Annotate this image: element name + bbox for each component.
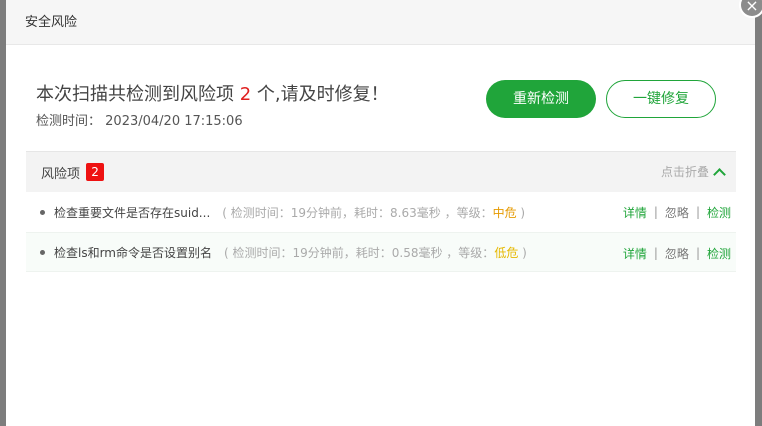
chevron-up-icon <box>713 167 726 181</box>
risk-count: 2 <box>239 84 252 105</box>
risk-item-meta-suffix: ) <box>516 205 526 220</box>
fix-all-button[interactable]: 一键修复 <box>606 80 716 118</box>
security-risk-dialog: 安全风险 本次扫描共检测到风险项 2 个,请及时修复！ 检测时间： 2023/0… <box>6 0 755 426</box>
separator: | <box>695 205 700 219</box>
separator: | <box>653 205 658 219</box>
risk-count-badge: 2 <box>86 163 105 181</box>
summary-text: 本次扫描共检测到风险项 2 个,请及时修复！ <box>36 80 389 106</box>
risk-level: 中危 <box>492 205 517 220</box>
risk-panel-title: 风险项 <box>41 166 81 182</box>
bullet-icon <box>40 249 45 255</box>
risk-item-meta: ( 检测时间：19分钟前，耗时：8.63毫秒 ，等级：中危 ) <box>222 204 525 221</box>
risk-panel-header: 风险项 2 点击折叠 <box>26 151 736 192</box>
risk-item-meta: ( 检测时间：19分钟前，耗时：0.58毫秒 ，等级：低危 ) <box>224 244 527 261</box>
risk-item-title: 检查重要文件是否存在suid... <box>54 205 211 220</box>
risk-item-meta-prefix: ( 检测时间：19分钟前，耗时：8.63毫秒 ，等级： <box>222 205 493 220</box>
detail-link[interactable]: 详情 <box>623 204 647 221</box>
scan-summary: 本次扫描共检测到风险项 2 个,请及时修复！ 检测时间： 2023/04/20 … <box>36 80 389 129</box>
scan-time-value: 2023/04/20 17:15:06 <box>105 114 243 129</box>
risk-item: 检查重要文件是否存在suid... ( 检测时间：19分钟前，耗时：8.63毫秒… <box>26 192 736 232</box>
risk-panel: 风险项 2 点击折叠 检查重要文件是否存在suid... ( 检测时间：19分钟… <box>26 151 736 272</box>
ignore-link[interactable]: 忽略 <box>665 204 689 221</box>
risk-level: 低危 <box>494 245 519 260</box>
risk-item-actions: 详情 | 忽略 | 检测 <box>623 192 731 232</box>
collapse-toggle[interactable]: 点击折叠 <box>660 152 726 192</box>
risk-item: 检查ls和rm命令是否设置别名 ( 检测时间：19分钟前，耗时：0.58毫秒 ，… <box>26 232 736 272</box>
ignore-link[interactable]: 忽略 <box>665 245 689 262</box>
summary-prefix: 本次扫描共检测到风险项 <box>36 84 240 105</box>
bullet-icon <box>40 209 45 215</box>
scan-time-label: 检测时间： <box>36 114 102 129</box>
separator: | <box>653 246 658 260</box>
separator: | <box>695 246 700 260</box>
dialog-header: 安全风险 <box>6 0 755 45</box>
check-link[interactable]: 检测 <box>707 245 731 262</box>
summary-suffix: 个,请及时修复！ <box>251 84 389 105</box>
risk-item-meta-suffix: ) <box>518 245 527 260</box>
check-link[interactable]: 检测 <box>707 204 731 221</box>
scan-time: 检测时间： 2023/04/20 17:15:06 <box>36 110 389 129</box>
collapse-label: 点击折叠 <box>660 165 709 179</box>
detail-link[interactable]: 详情 <box>623 245 647 262</box>
dialog-title: 安全风险 <box>25 15 78 30</box>
rescan-button[interactable]: 重新检测 <box>486 80 596 118</box>
risk-item-title: 检查ls和rm命令是否设置别名 <box>54 245 212 260</box>
risk-item-meta-prefix: ( 检测时间：19分钟前，耗时：0.58毫秒 ，等级： <box>224 245 495 260</box>
risk-item-actions: 详情 | 忽略 | 检测 <box>623 233 731 273</box>
